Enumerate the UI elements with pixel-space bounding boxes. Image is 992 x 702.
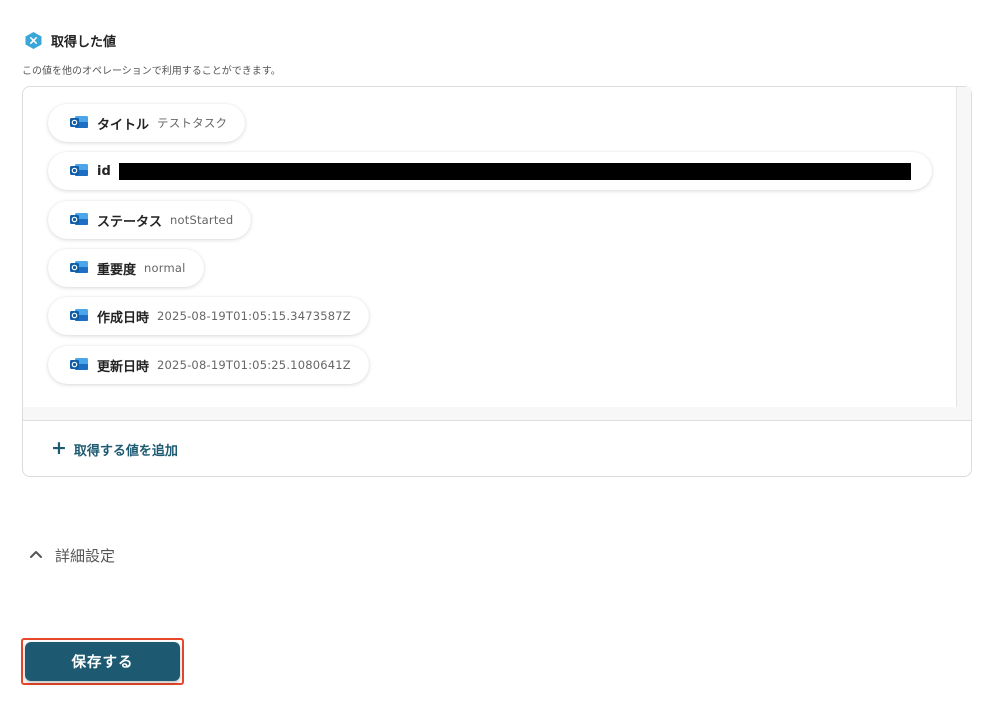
value-chip-id[interactable]: id [48, 152, 932, 190]
value-text: テストタスク [157, 116, 228, 130]
section-title: 取得した値 [51, 35, 117, 50]
value-key: ステータス [97, 214, 163, 230]
save-button[interactable]: 保存する [25, 642, 180, 681]
value-chip-importance[interactable]: 重要度 normal [48, 249, 204, 287]
horizontal-scrollbar[interactable] [23, 407, 971, 421]
section-description: この値を他のオペレーションで利用することができます。 [22, 66, 281, 77]
detail-settings-toggle[interactable]: 詳細設定 [28, 545, 115, 566]
outlook-icon [70, 259, 97, 278]
x-hexagon-icon [24, 31, 43, 50]
value-chip-status[interactable]: ステータス notStarted [48, 201, 252, 239]
outlook-icon [70, 307, 97, 326]
value-chip-created[interactable]: 作成日時 2025-08-19T01:05:15.3473587Z [48, 297, 369, 335]
value-key: タイトル [97, 117, 150, 133]
outlook-icon [70, 211, 97, 230]
detail-settings-label: 詳細設定 [55, 547, 116, 565]
value-text: 2025-08-19T01:05:15.3473587Z [157, 309, 351, 323]
chevron-up-icon [28, 546, 44, 566]
plus-icon: + [51, 436, 67, 459]
value-chip-updated[interactable]: 更新日時 2025-08-19T01:05:25.1080641Z [48, 346, 369, 384]
value-chip-title[interactable]: タイトル テストタスク [48, 104, 246, 142]
section-header: 取得した値 [24, 31, 116, 50]
values-card: タイトル テストタスク id ステータス notStarted 重要度 norm… [22, 86, 972, 477]
value-key: 作成日時 [97, 310, 150, 326]
redacted-value [118, 162, 911, 180]
save-button-highlight: 保存する [21, 638, 184, 685]
outlook-icon [70, 356, 97, 375]
add-value-label: 取得する値を追加 [73, 443, 178, 459]
vertical-scrollbar[interactable] [957, 87, 971, 407]
value-key: 更新日時 [97, 359, 150, 375]
value-text: notStarted [170, 213, 234, 227]
value-key: id [97, 163, 111, 179]
value-text: normal [144, 261, 186, 275]
values-list: タイトル テストタスク id ステータス notStarted 重要度 norm… [23, 87, 957, 407]
value-text: 2025-08-19T01:05:25.1080641Z [157, 358, 351, 372]
add-value-button[interactable]: + 取得する値を追加 [23, 421, 971, 477]
value-key: 重要度 [97, 262, 137, 278]
outlook-icon [70, 114, 97, 133]
outlook-icon [70, 162, 97, 181]
